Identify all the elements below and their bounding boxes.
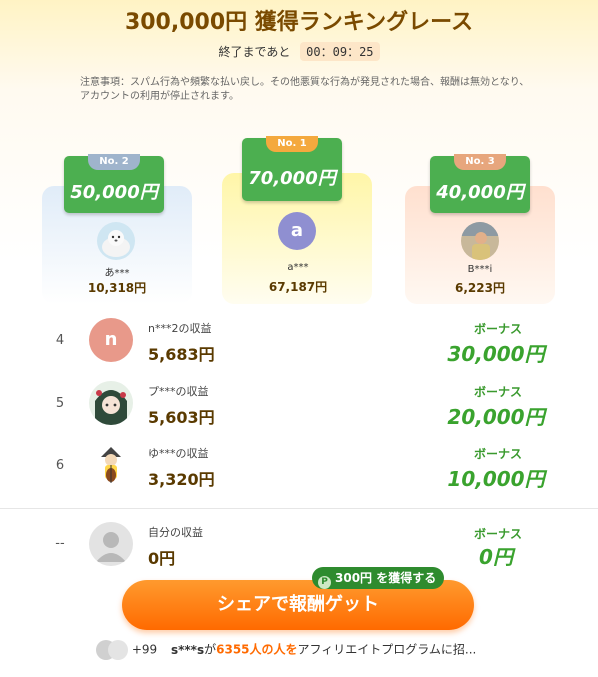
- podium-name-second: あ***: [104, 268, 130, 279]
- row-bonus-amount: 20,000円: [447, 405, 545, 429]
- ticker-text: アフィリエイトプログラムに招...: [297, 642, 477, 657]
- avatar-third[interactable]: [461, 222, 499, 260]
- prize-box-second: No. 2 50,000円: [64, 154, 164, 213]
- row-name: ゆ***の収益: [148, 447, 209, 460]
- prize-amount-third: 40,000円: [436, 182, 524, 203]
- row-earnings: 5,683円: [148, 345, 215, 364]
- default-user-icon: [96, 532, 126, 562]
- rank-tag-first: No. 1: [266, 136, 318, 152]
- row-earnings: 3,320円: [148, 470, 215, 489]
- row-rank: 4: [55, 333, 65, 348]
- podium-earnings-second: 10,318円: [87, 281, 147, 295]
- rank-tag-second: No. 2: [88, 154, 140, 170]
- avatar-letter: n: [104, 329, 118, 350]
- ticker-user: s***s: [170, 642, 205, 657]
- seal-photo-icon: [97, 222, 135, 260]
- row-bonus-amount: 30,000円: [447, 342, 545, 366]
- prize-amount-first: 70,000円: [248, 168, 336, 189]
- anime-character-icon: [89, 381, 133, 425]
- ticker-ga: が: [204, 642, 217, 657]
- podium-name-first: a***: [287, 262, 309, 273]
- row-name: n***2の収益: [148, 322, 212, 335]
- row-rank: 6: [55, 458, 65, 473]
- invite-ticker: +99 s***sが6355人の人をアフィリエイトプログラムに招...: [96, 640, 476, 664]
- row-bonus-label: ボーナス: [473, 447, 522, 461]
- self-bonus-amount: 0円: [479, 545, 513, 569]
- point-coin-icon: P: [318, 576, 331, 589]
- reward-bubble: P 300円 を獲得する: [312, 567, 445, 589]
- self-rank: --: [55, 536, 65, 551]
- self-earnings: 0円: [148, 549, 176, 568]
- avatar-second[interactable]: [97, 222, 135, 260]
- mini-avatar-icon: [108, 640, 128, 660]
- row-avatar[interactable]: n: [89, 318, 133, 362]
- person-photo-icon: [461, 222, 499, 260]
- podium-earnings-first: 67,187円: [268, 280, 328, 294]
- avatar-first[interactable]: a: [278, 212, 316, 250]
- row-bonus-label: ボーナス: [473, 385, 522, 399]
- reward-bubble-label: 300円 を獲得する: [335, 571, 437, 585]
- divider: [0, 508, 598, 509]
- podium-earnings-third: 6,223円: [455, 281, 505, 295]
- row-rank: 5: [55, 396, 65, 411]
- page-title: 300,000円 獲得ランキングレース: [124, 10, 474, 35]
- row-avatar[interactable]: [89, 443, 133, 487]
- self-name: 自分の収益: [148, 526, 203, 539]
- row-bonus-label: ボーナス: [473, 322, 522, 336]
- cartoon-violin-icon: [89, 443, 133, 487]
- prize-box-third: No. 3 40,000円: [430, 154, 530, 213]
- self-bonus-label: ボーナス: [473, 527, 522, 541]
- prize-box-first: No. 1 70,000円: [242, 136, 342, 201]
- rank-tag-third: No. 3: [454, 154, 506, 170]
- self-avatar[interactable]: [89, 522, 133, 566]
- plus-count: +99: [131, 642, 158, 657]
- countdown-label: 終了まであと: [218, 45, 291, 59]
- row-avatar[interactable]: [89, 381, 133, 425]
- avatar-letter-first: a: [290, 220, 304, 241]
- countdown-row: 終了まであと 00：09：25: [0, 42, 598, 61]
- row-earnings: 5,603円: [148, 408, 215, 427]
- row-bonus-amount: 10,000円: [447, 467, 545, 491]
- notice-text: 注意事項：スパム行為や頻繁な払い戻し。その他悪質な行為が発見された場合、報酬は無…: [80, 77, 530, 102]
- row-name: プ***の収益: [148, 385, 209, 398]
- ticker-count: 6355人の人を: [216, 642, 298, 657]
- prize-amount-second: 50,000円: [70, 182, 158, 203]
- countdown-timer: 00：09：25: [300, 42, 380, 61]
- podium-name-third: B***i: [467, 264, 493, 275]
